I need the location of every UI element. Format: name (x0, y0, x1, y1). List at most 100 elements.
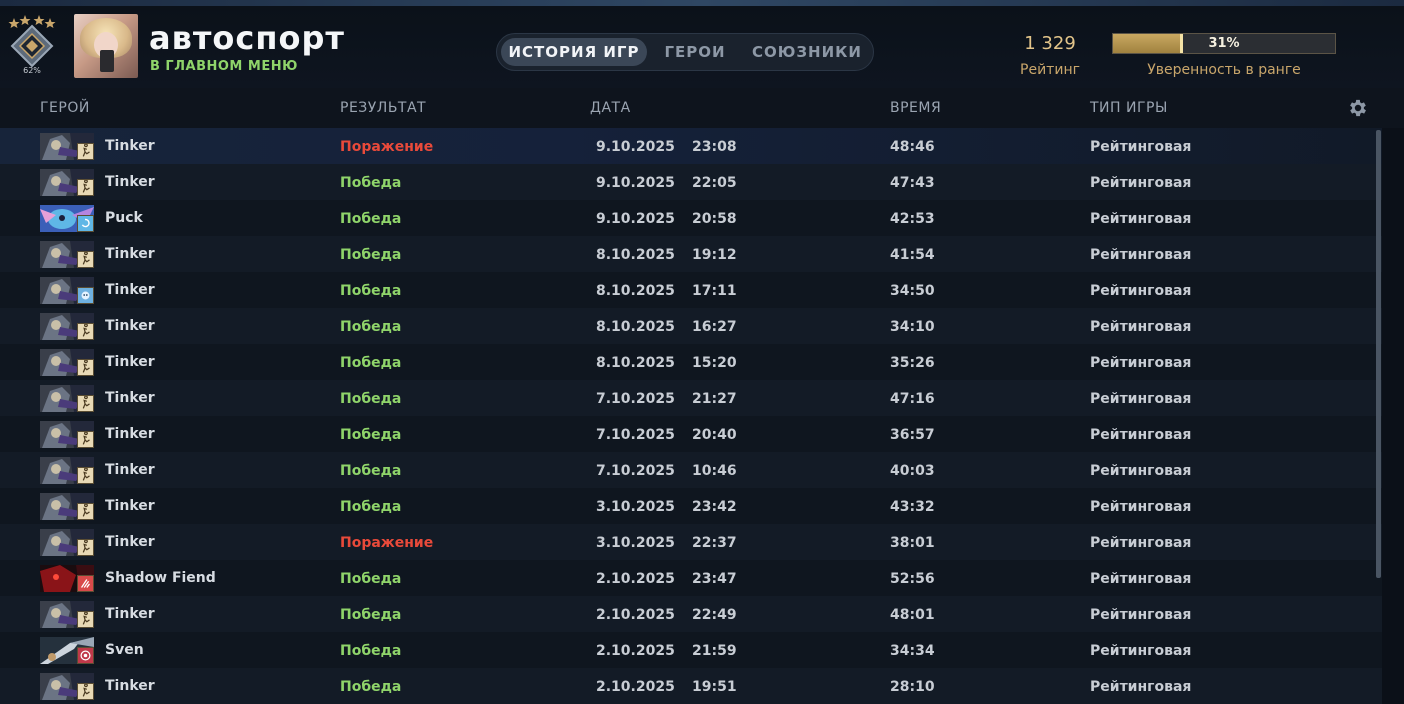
claw-icon (77, 575, 94, 592)
match-date: 3.10.2025 (596, 535, 675, 551)
match-date: 2.10.2025 (596, 679, 675, 695)
match-date: 8.10.2025 (596, 319, 675, 335)
match-date: 9.10.2025 (596, 139, 675, 155)
match-time: 20:58 (692, 211, 737, 227)
profile-header: 62% автоспорт В ГЛАВНОМ МЕНЮ ИСТОРИЯ ИГР… (0, 6, 1404, 88)
match-result: Победа (340, 427, 402, 443)
hero-name: Tinker (105, 534, 155, 550)
rating-value: 1 329 (1024, 33, 1076, 54)
match-time: 22:05 (692, 175, 737, 191)
tab-allies[interactable]: СОЮЗНИКИ (743, 38, 871, 66)
tab-heroes[interactable]: ГЕРОИ (651, 38, 739, 66)
run-icon (77, 503, 94, 520)
player-name[interactable]: автоспорт (149, 22, 345, 54)
table-row[interactable]: Puck Победа 9.10.2025 20:58 42:53 Рейтинговая (0, 200, 1382, 236)
hero-name: Tinker (105, 318, 155, 334)
run-icon (77, 683, 94, 700)
match-result: Победа (340, 571, 402, 587)
match-time: 22:37 (692, 535, 737, 551)
run-icon (77, 467, 94, 484)
run-icon (77, 611, 94, 628)
scrollbar[interactable] (1376, 130, 1381, 578)
table-row[interactable]: Tinker Поражение 3.10.2025 22:37 38:01 Рейтин… (0, 524, 1382, 560)
match-time: 21:59 (692, 643, 737, 659)
rating-label: Рейтинг (1020, 62, 1080, 78)
table-row[interactable]: Sven Победа 2.10.2025 21:59 34:34 Рейтинговая (0, 632, 1382, 668)
table-row[interactable]: Tinker Победа 7.10.2025 10:46 40:03 Рейтингов… (0, 452, 1382, 488)
match-duration: 41:54 (890, 247, 935, 263)
match-date: 3.10.2025 (596, 499, 675, 515)
match-time: 23:47 (692, 571, 737, 587)
game-type: Рейтинговая (1090, 607, 1192, 623)
table-row[interactable]: Tinker Победа 7.10.2025 21:27 47:16 Рейтингов… (0, 380, 1382, 416)
match-date: 7.10.2025 (596, 391, 675, 407)
game-type: Рейтинговая (1090, 571, 1192, 587)
hero-name: Tinker (105, 462, 155, 478)
match-duration: 48:01 (890, 607, 935, 623)
match-time: 22:49 (692, 607, 737, 623)
run-icon (77, 251, 94, 268)
table-header: ГЕРОЙ РЕЗУЛЬТАТ ДАТА ВРЕМЯ ТИП ИГРЫ (0, 88, 1404, 128)
column-date[interactable]: ДАТА (590, 100, 631, 116)
match-duration: 34:34 (890, 643, 935, 659)
match-date: 8.10.2025 (596, 247, 675, 263)
game-type: Рейтинговая (1090, 679, 1192, 695)
hero-name: Tinker (105, 246, 155, 262)
run-icon (77, 143, 94, 160)
game-type: Рейтинговая (1090, 175, 1192, 191)
match-duration: 34:50 (890, 283, 935, 299)
match-time: 17:11 (692, 283, 737, 299)
game-type: Рейтинговая (1090, 499, 1192, 515)
match-result: Победа (340, 391, 402, 407)
run-icon (77, 431, 94, 448)
match-time: 19:12 (692, 247, 737, 263)
gear-icon[interactable] (1347, 97, 1369, 119)
match-date: 2.10.2025 (596, 607, 675, 623)
match-duration: 48:46 (890, 139, 935, 155)
table-row[interactable]: Tinker Победа 8.10.2025 19:12 41:54 Рейтингов… (0, 236, 1382, 272)
table-row[interactable]: Tinker Победа 8.10.2025 15:20 35:26 Рейтингов… (0, 344, 1382, 380)
match-date: 2.10.2025 (596, 571, 675, 587)
table-row[interactable]: Tinker Победа 2.10.2025 22:49 48:01 Рейтингов… (0, 596, 1382, 632)
match-date: 7.10.2025 (596, 463, 675, 479)
table-row[interactable]: Tinker Победа 8.10.2025 16:27 34:10 Рейтингов… (0, 308, 1382, 344)
avatar[interactable] (74, 14, 138, 78)
hero-name: Tinker (105, 354, 155, 370)
match-duration: 43:32 (890, 499, 935, 515)
match-result: Победа (340, 499, 402, 515)
column-result[interactable]: РЕЗУЛЬТАТ (340, 100, 426, 116)
tab-match-history[interactable]: ИСТОРИЯ ИГР (501, 38, 647, 66)
column-game-type[interactable]: ТИП ИГРЫ (1090, 100, 1168, 116)
match-duration: 47:43 (890, 175, 935, 191)
game-type: Рейтинговая (1090, 355, 1192, 371)
column-duration[interactable]: ВРЕМЯ (890, 100, 941, 116)
match-duration: 40:03 (890, 463, 935, 479)
player-status: В ГЛАВНОМ МЕНЮ (150, 59, 298, 74)
table-row[interactable]: Shadow Fiend Победа 2.10.2025 23:47 52:56 Рей… (0, 560, 1382, 596)
hero-name: Tinker (105, 174, 155, 190)
match-time: 23:08 (692, 139, 737, 155)
match-date: 2.10.2025 (596, 643, 675, 659)
table-row[interactable]: Tinker Поражение 9.10.2025 23:08 48:46 Рейтин… (0, 128, 1382, 164)
match-result: Победа (340, 643, 402, 659)
game-type: Рейтинговая (1090, 391, 1192, 407)
table-row[interactable]: Tinker Победа 9.10.2025 22:05 47:43 Рейтингов… (0, 164, 1382, 200)
table-row[interactable]: Tinker Победа 2.10.2025 19:51 28:10 Рейтингов… (0, 668, 1382, 704)
hero-name: Sven (105, 642, 144, 658)
game-type: Рейтинговая (1090, 247, 1192, 263)
run-icon (77, 179, 94, 196)
game-type: Рейтинговая (1090, 139, 1192, 155)
table-row[interactable]: Tinker Победа 8.10.2025 17:11 34:50 Рейтингов… (0, 272, 1382, 308)
mask-icon (77, 287, 94, 304)
match-date: 9.10.2025 (596, 211, 675, 227)
match-result: Победа (340, 607, 402, 623)
match-time: 20:40 (692, 427, 737, 443)
table-row[interactable]: Tinker Победа 3.10.2025 23:42 43:32 Рейтингов… (0, 488, 1382, 524)
hero-name: Shadow Fiend (105, 570, 216, 586)
column-hero[interactable]: ГЕРОЙ (40, 100, 90, 116)
match-result: Победа (340, 355, 402, 371)
table-row[interactable]: Tinker Победа 7.10.2025 20:40 36:57 Рейтингов… (0, 416, 1382, 452)
target-icon (77, 647, 94, 664)
match-time: 19:51 (692, 679, 737, 695)
match-duration: 47:16 (890, 391, 935, 407)
